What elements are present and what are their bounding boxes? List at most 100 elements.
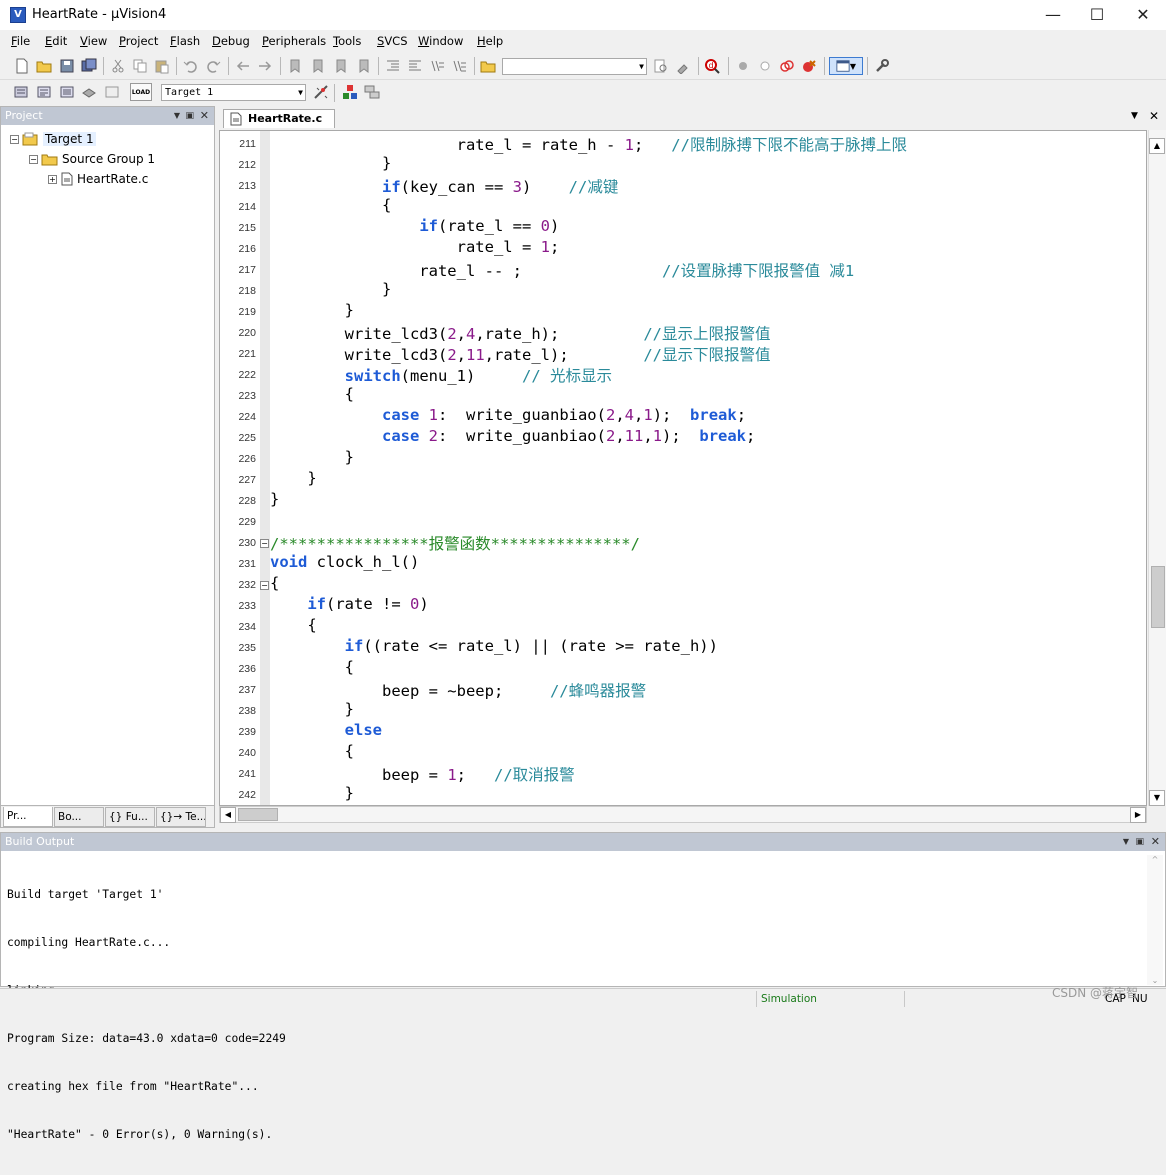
new-file-icon[interactable]: [13, 57, 31, 75]
menu-project[interactable]: Project: [119, 34, 158, 48]
stop-build-icon[interactable]: [103, 83, 121, 101]
unindent-icon[interactable]: [406, 57, 424, 75]
minimize-button[interactable]: —: [1030, 0, 1076, 30]
breakpoint-disable-all-icon[interactable]: [778, 57, 796, 75]
cut-icon[interactable]: [109, 57, 127, 75]
scroll-down-icon[interactable]: ⌄: [1147, 976, 1163, 985]
code-line: }: [270, 301, 354, 319]
select-packs-icon[interactable]: [363, 83, 381, 101]
menu-edit[interactable]: Edit: [45, 34, 67, 48]
find-in-files-icon[interactable]: [479, 57, 497, 75]
code-line: else: [344, 721, 382, 739]
vertical-scrollbar[interactable]: ▲ ▼: [1148, 130, 1166, 806]
status-mode: Simulation: [756, 991, 904, 1007]
bookmark-toggle-icon[interactable]: [286, 57, 304, 75]
save-icon[interactable]: [58, 57, 76, 75]
code-line: }: [270, 784, 354, 802]
open-folder-icon[interactable]: [35, 57, 53, 75]
bookmark-next-icon[interactable]: [332, 57, 350, 75]
scroll-up-icon[interactable]: ▲: [1149, 138, 1165, 154]
line-number: 225: [238, 432, 256, 444]
menu-flash[interactable]: Flash: [170, 34, 200, 48]
collapse-icon[interactable]: −: [10, 134, 19, 144]
bookmark-clear-icon[interactable]: [355, 57, 373, 75]
line-number: 214: [238, 201, 256, 213]
menu-svcs[interactable]: SVCS: [377, 34, 408, 48]
close-tab-icon[interactable]: ✕: [1149, 109, 1159, 123]
menu-peripherals[interactable]: Peripherals: [262, 34, 326, 48]
manage-components-icon[interactable]: [341, 83, 359, 101]
nav-back-icon[interactable]: [234, 57, 252, 75]
panel-close-icon[interactable]: ✕: [1151, 833, 1160, 851]
undo-icon[interactable]: [182, 57, 200, 75]
find-combo[interactable]: ▼: [502, 58, 647, 75]
tab-list-icon[interactable]: ▼: [1131, 111, 1138, 121]
breakpoint-kill-all-icon[interactable]: [800, 57, 818, 75]
paste-icon[interactable]: [153, 57, 171, 75]
expand-icon[interactable]: +: [48, 174, 57, 184]
window-layout-icon[interactable]: ▼: [829, 57, 863, 75]
copy-icon[interactable]: [131, 57, 149, 75]
close-button[interactable]: ✕: [1120, 0, 1166, 30]
code-editor[interactable]: 211 212 213 214 215 216 217 218 219 220 221 222 223 2…: [219, 130, 1147, 806]
tree-node-heartrate-file[interactable]: + HeartRate.c: [48, 172, 148, 186]
panel-close-icon[interactable]: ✕: [200, 107, 209, 125]
comment-icon[interactable]: [428, 57, 446, 75]
scroll-up-icon[interactable]: ^: [1147, 855, 1163, 864]
hscroll-thumb[interactable]: [238, 808, 278, 821]
uncomment-icon[interactable]: [450, 57, 468, 75]
tab-project[interactable]: Pr...: [3, 807, 53, 827]
batch-build-icon[interactable]: [80, 83, 98, 101]
scroll-left-icon[interactable]: ◀: [220, 807, 236, 823]
debug-session-icon[interactable]: d: [703, 57, 721, 75]
download-load-button[interactable]: LOAD: [130, 83, 152, 101]
line-number: 235: [238, 642, 256, 654]
tab-books[interactable]: Bo...: [54, 807, 104, 827]
watermark: CSDN @蒋宇智: [1052, 986, 1139, 1000]
panel-menu-icon[interactable]: ▼: [1123, 833, 1129, 851]
svg-text:d: d: [709, 61, 714, 70]
fold-margin: − −: [260, 131, 270, 805]
menu-file[interactable]: File: [11, 34, 30, 48]
maximize-button[interactable]: ☐: [1074, 0, 1120, 30]
tab-functions[interactable]: {} Fu...: [105, 807, 155, 827]
save-all-icon[interactable]: [80, 57, 98, 75]
fold-toggle-icon[interactable]: −: [260, 539, 269, 548]
code-line: {: [270, 385, 354, 403]
tree-node-source-group[interactable]: − Source Group 1: [29, 152, 155, 166]
menu-tools[interactable]: Tools: [333, 34, 361, 48]
build-output-scrollbar[interactable]: ^ ⌄: [1147, 855, 1163, 985]
scroll-down-icon[interactable]: ▼: [1149, 790, 1165, 806]
target-options-icon[interactable]: [312, 83, 330, 101]
tree-node-target[interactable]: − Target 1: [10, 132, 96, 146]
breakpoint-insert-icon[interactable]: [734, 57, 752, 75]
bookmark-prev-icon[interactable]: [309, 57, 327, 75]
scroll-thumb[interactable]: [1151, 566, 1165, 628]
incremental-find-icon[interactable]: [674, 57, 692, 75]
redo-icon[interactable]: [204, 57, 222, 75]
project-panel-tabs: Pr... Bo... {} Fu... {}→ Te...: [1, 805, 214, 827]
indent-icon[interactable]: [384, 57, 402, 75]
panel-menu-icon[interactable]: ▼: [174, 107, 180, 125]
target-select[interactable]: Target 1 ▼: [161, 84, 306, 101]
menu-window[interactable]: Window: [418, 34, 463, 48]
breakpoint-enable-icon[interactable]: [756, 57, 774, 75]
menu-debug[interactable]: Debug: [212, 34, 250, 48]
scroll-right-icon[interactable]: ▶: [1130, 807, 1146, 823]
menu-help[interactable]: Help: [477, 34, 503, 48]
panel-pin-icon[interactable]: ▣: [185, 107, 194, 125]
configure-icon[interactable]: [873, 57, 891, 75]
translate-icon[interactable]: [12, 83, 30, 101]
menu-view[interactable]: View: [80, 34, 107, 48]
fold-toggle-icon[interactable]: −: [260, 581, 269, 590]
collapse-icon[interactable]: −: [29, 154, 38, 164]
file-tab-heartrate[interactable]: HeartRate.c: [223, 109, 335, 128]
tab-templates[interactable]: {}→ Te...: [156, 807, 206, 827]
find-icon[interactable]: [652, 57, 670, 75]
code-line: }: [270, 490, 280, 508]
panel-pin-icon[interactable]: ▣: [1135, 833, 1144, 851]
rebuild-icon[interactable]: [58, 83, 76, 101]
nav-forward-icon[interactable]: [256, 57, 274, 75]
build-icon[interactable]: [35, 83, 53, 101]
horizontal-scrollbar[interactable]: ◀ ▶: [219, 806, 1147, 823]
